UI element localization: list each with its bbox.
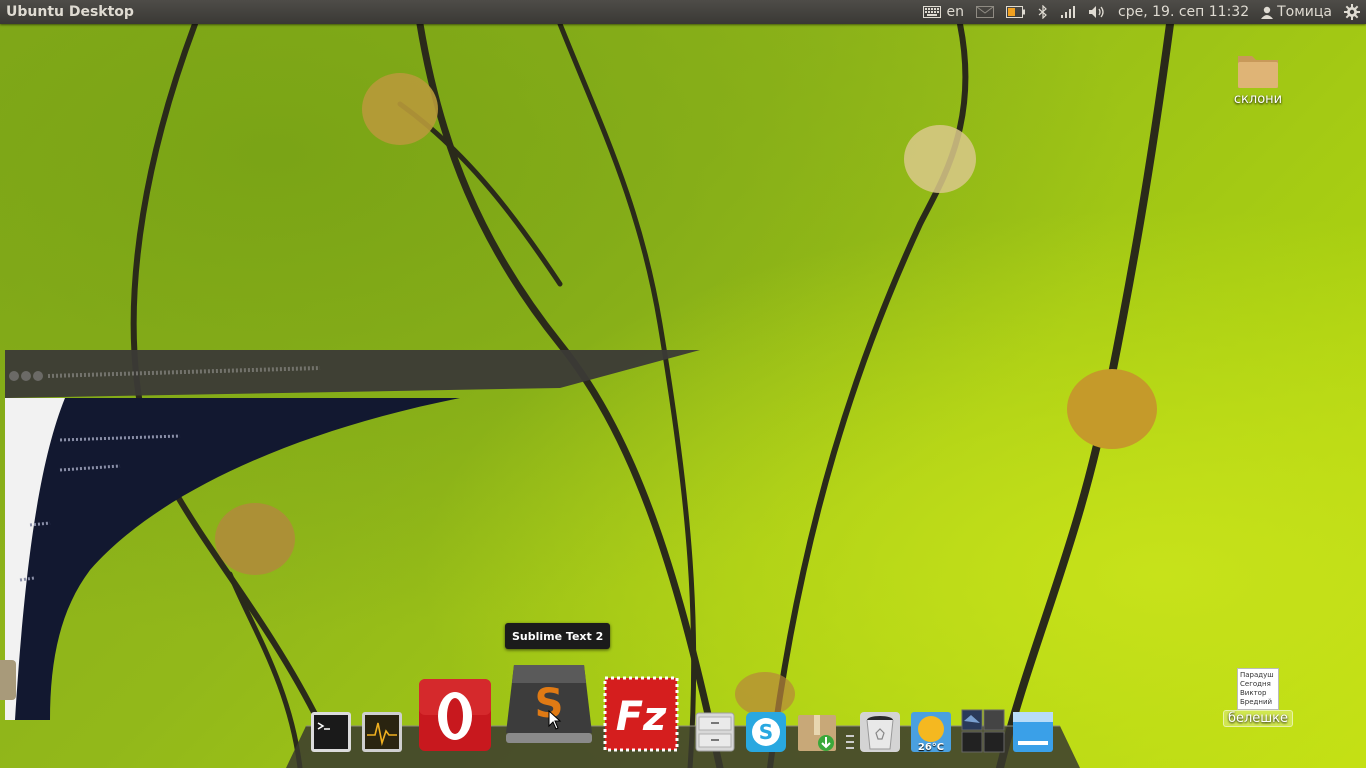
clock[interactable]: сре, 19. сеп 11:32 [1112,0,1255,24]
messaging-indicator[interactable] [970,0,1000,24]
folder-icon [1238,56,1278,88]
speaker-icon [1089,6,1104,18]
window-edge-icon [0,660,16,700]
mouse-cursor [548,709,562,734]
workspace-switcher-icon [961,709,1005,753]
desktop-notes[interactable]: Парадуш Сегодня Виктор Бредний белешке [1220,668,1296,727]
dock-separator [846,735,854,755]
dock-item-system-monitor[interactable] [361,711,403,753]
dock-item-trash[interactable] [859,711,901,753]
dock-tooltip: Sublime Text 2 [505,623,611,649]
notes-line: Виктор [1240,689,1267,697]
dock-item-filezilla[interactable]: Fz [603,676,679,752]
folder-label: склони [1233,92,1283,107]
gear-icon [1344,4,1360,20]
keyboard-icon [922,6,941,18]
bluetooth-indicator[interactable] [1032,0,1054,24]
opera-icon [419,679,491,751]
file-cabinet-icon [695,712,735,752]
show-desktop-icon [1013,712,1053,752]
dock-item-terminal[interactable] [310,711,352,753]
battery-indicator[interactable] [1000,0,1032,24]
dock-item-opera[interactable] [418,678,492,752]
notes-line: Бредний [1240,698,1273,706]
dock-item-archive[interactable] [796,711,838,753]
bluetooth-icon [1038,5,1047,19]
dock-item-file-cabinet[interactable] [694,711,736,753]
network-indicator[interactable] [1054,0,1082,24]
user-menu[interactable]: Томица [1255,0,1338,24]
battery-icon [1006,6,1026,18]
filezilla-icon: Fz [603,676,679,752]
dock-item-skype[interactable]: S [745,711,787,753]
sound-indicator[interactable] [1082,0,1112,24]
dock-item-workspaces[interactable] [961,709,1005,753]
top-panel: Ubuntu Desktop en сре, 19. сеп 11:32 Том… [0,0,1366,24]
user-name: Томица [1277,4,1332,20]
system-monitor-icon [362,712,402,752]
dock-item-show-desktop[interactable] [1012,711,1054,753]
session-menu[interactable] [1338,0,1366,24]
envelope-icon [976,6,995,18]
desktop-folder[interactable]: склони [1226,46,1290,107]
user-icon [1261,6,1274,19]
skype-icon: S [746,712,786,752]
window-title: Ubuntu Desktop [6,4,134,20]
cursor-icon [548,709,562,730]
trash-icon [860,712,900,752]
window-controls [9,371,43,381]
svg-text:Fz: Fz [616,694,667,740]
archive-icon [798,715,836,751]
notes-line: Парадуш [1240,671,1274,679]
weather-temperature: 26°C [917,742,945,753]
notes-thumbnail: Парадуш Сегодня Виктор Бредний [1237,668,1279,710]
keyboard-indicator[interactable]: en [917,0,971,24]
signal-icon [1061,6,1076,18]
minimizing-window[interactable] [0,340,720,720]
terminal-icon [311,712,351,752]
notes-label: белешке [1222,710,1294,727]
dock-item-weather[interactable]: 26°C [910,711,952,753]
svg-text:S: S [759,720,773,744]
notes-line: Сегодня [1240,680,1271,688]
keyboard-layout-label: en [946,4,965,20]
